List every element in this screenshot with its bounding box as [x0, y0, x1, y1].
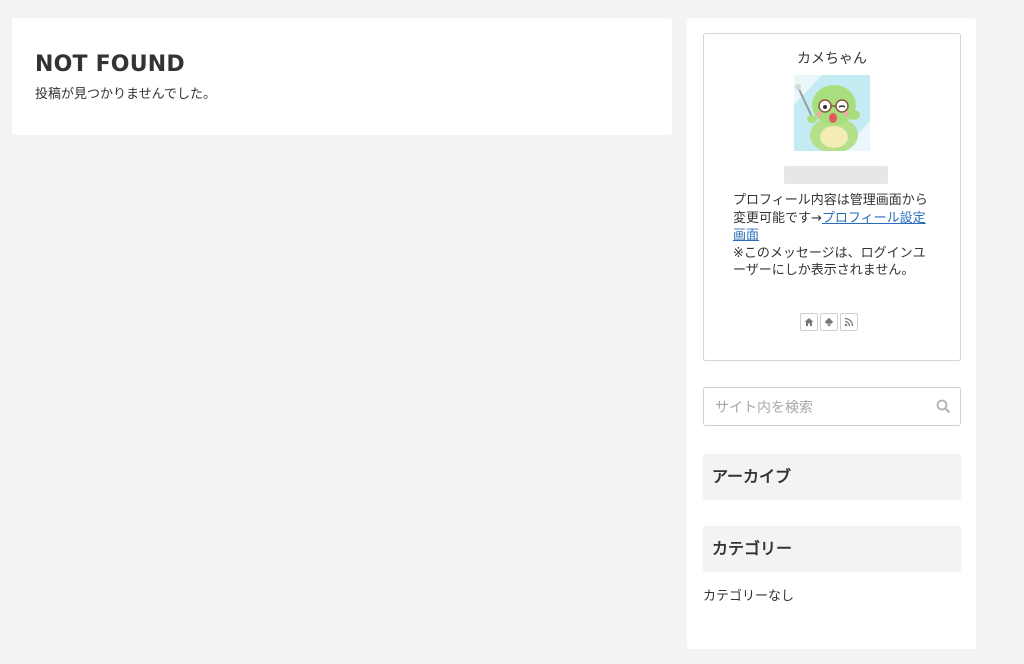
- page-title: NOT FOUND: [35, 52, 185, 77]
- sidebar: カメちゃん プロフィール内容は管理画面から変更可能です→プロフィール設定画面 ※…: [687, 18, 976, 649]
- profile-name-placeholder-bar: [784, 166, 888, 184]
- category-widget-title: カテゴリー: [703, 526, 961, 572]
- rss-icon[interactable]: [840, 313, 858, 331]
- category-empty-text: カテゴリーなし: [703, 589, 795, 604]
- home-icon[interactable]: [800, 313, 818, 331]
- feedly-icon[interactable]: [820, 313, 838, 331]
- search-input[interactable]: [713, 397, 927, 419]
- social-links: [800, 313, 858, 331]
- turtle-avatar-icon: [794, 75, 870, 151]
- site-search: [703, 387, 961, 426]
- profile-description: プロフィール内容は管理画面から変更可能です→プロフィール設定画面 ※このメッセー…: [733, 192, 929, 280]
- profile-desc-note: ※このメッセージは、ログインユーザーにしか表示されません。: [733, 245, 926, 279]
- not-found-message: 投稿が見つかりませんでした。: [35, 87, 216, 102]
- archive-widget-title: アーカイブ: [703, 454, 961, 500]
- not-found-card: NOT FOUND 投稿が見つかりませんでした。: [12, 18, 672, 135]
- search-icon[interactable]: [936, 399, 951, 418]
- avatar: [794, 75, 870, 151]
- profile-name: カメちゃん: [797, 51, 867, 67]
- profile-widget: カメちゃん プロフィール内容は管理画面から変更可能です→プロフィール設定画面 ※…: [703, 33, 961, 361]
